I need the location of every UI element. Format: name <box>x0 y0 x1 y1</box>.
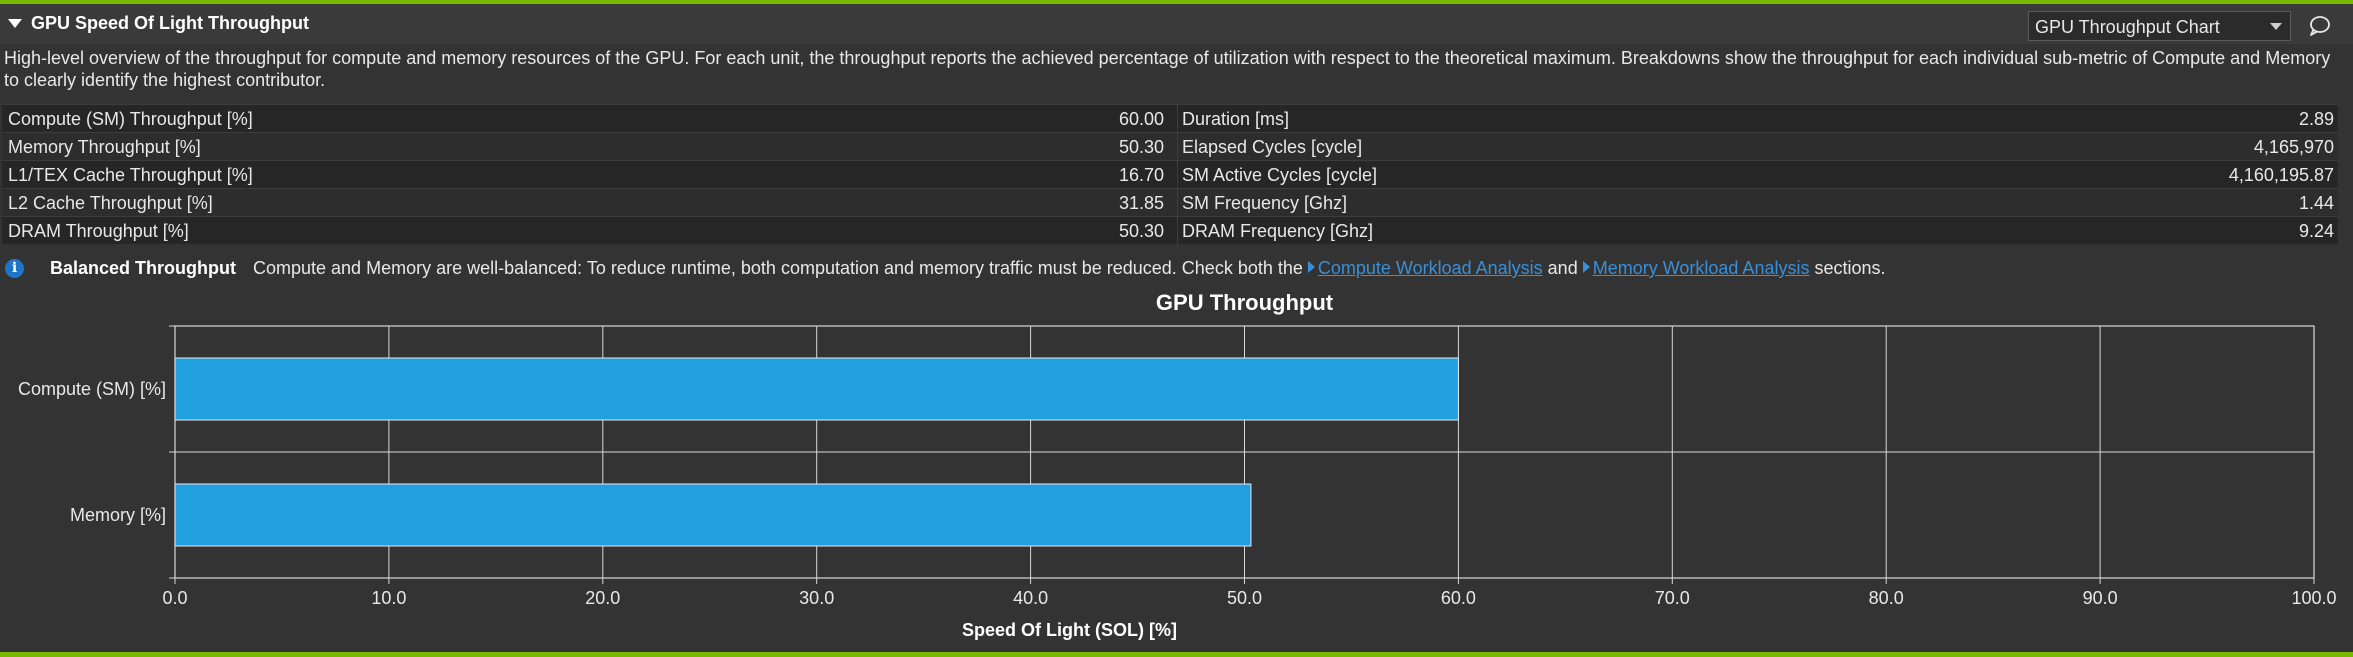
rule-name: Balanced Throughput <box>50 258 236 278</box>
table-row: DRAM Throughput [%] 50.30 DRAM Frequency… <box>2 216 2338 245</box>
column-divider <box>1177 189 1178 217</box>
x-tick-label: 100.0 <box>2291 588 2336 608</box>
x-tick-label: 10.0 <box>371 588 406 608</box>
link-arrow-icon <box>1307 261 1315 273</box>
section-title: GPU Speed Of Light Throughput <box>31 13 309 33</box>
rule-text-after: sections. <box>1809 258 1886 278</box>
y-category-label: Compute (SM) [%] <box>18 379 166 399</box>
chart-selector-dropdown[interactable]: GPU Throughput Chart <box>2028 11 2291 41</box>
table-row: L2 Cache Throughput [%] 31.85 SM Frequen… <box>2 188 2338 217</box>
x-tick-label: 90.0 <box>2083 588 2118 608</box>
collapse-triangle-icon[interactable] <box>8 19 22 28</box>
metric-label: DRAM Frequency [Ghz] <box>1182 221 1374 241</box>
bar-memory <box>174 483 1252 547</box>
metric-value: 9.24 <box>2298 221 2334 241</box>
x-tick-label: 50.0 <box>1227 588 1262 608</box>
memory-workload-link-label: Memory Workload Analysis <box>1592 258 1810 278</box>
metric-value: 31.85 <box>1118 193 1164 213</box>
x-tick-label: 30.0 <box>799 588 834 608</box>
dropdown-selected-value: GPU Throughput Chart <box>2035 17 2220 37</box>
metric-value: 50.30 <box>1118 221 1164 241</box>
metric-label: Duration [ms] <box>1182 109 1290 129</box>
section-description: High-level overview of the throughput fo… <box>4 48 2331 90</box>
metric-label: Elapsed Cycles [cycle] <box>1182 137 1363 157</box>
column-divider <box>1177 133 1178 161</box>
x-tick-label: 70.0 <box>1655 588 1690 608</box>
x-tick-label: 80.0 <box>1869 588 1904 608</box>
metric-label: SM Frequency [Ghz] <box>1182 193 1348 213</box>
x-tick-label: 0.0 <box>162 588 187 608</box>
metric-label: SM Active Cycles [cycle] <box>1182 165 1378 185</box>
metric-label: L2 Cache Throughput [%] <box>8 193 213 213</box>
compute-workload-link-label: Compute Workload Analysis <box>1317 258 1543 278</box>
table-row: L1/TEX Cache Throughput [%] 16.70 SM Act… <box>2 160 2338 189</box>
metric-value: 4,160,195.87 <box>2228 165 2334 185</box>
rule-message: Compute and Memory are well-balanced: To… <box>253 258 1886 279</box>
chart-title: GPU Throughput <box>1156 290 1334 315</box>
metrics-table: Compute (SM) Throughput [%] 60.00 Durati… <box>2 104 2338 245</box>
x-tick-label: 20.0 <box>585 588 620 608</box>
metric-label: L1/TEX Cache Throughput [%] <box>8 165 253 185</box>
metric-value: 60.00 <box>1118 109 1164 129</box>
x-tick-label: 40.0 <box>1013 588 1048 608</box>
column-divider <box>1177 217 1178 245</box>
metric-label: DRAM Throughput [%] <box>8 221 189 241</box>
table-row: Memory Throughput [%] 50.30 Elapsed Cycl… <box>2 132 2338 161</box>
comment-icon[interactable] <box>2308 15 2330 37</box>
bar-compute <box>174 357 1459 421</box>
info-icon: i <box>5 259 24 278</box>
chart-svg: GPU Throughput 0.0 10.0 20.0 30.0 40.0 50.0 60.… <box>18 290 2337 640</box>
column-divider <box>1177 105 1178 133</box>
section-header[interactable]: GPU Speed Of Light Throughput GPU Throug… <box>0 4 2353 44</box>
table-row: Compute (SM) Throughput [%] 60.00 Durati… <box>2 104 2338 133</box>
metric-label: Memory Throughput [%] <box>8 137 201 157</box>
memory-workload-link[interactable]: Memory Workload Analysis <box>1582 258 1810 278</box>
compute-workload-link[interactable]: Compute Workload Analysis <box>1307 258 1543 278</box>
rule-text-middle: and <box>1542 258 1583 278</box>
section-bottom-accent <box>0 652 2353 657</box>
metric-value: 4,165,970 <box>2253 137 2334 157</box>
gpu-throughput-chart: GPU Throughput 0.0 10.0 20.0 30.0 40.0 50.0 60.… <box>0 286 2353 652</box>
metric-value: 50.30 <box>1118 137 1164 157</box>
rule-text-before: Compute and Memory are well-balanced: To… <box>253 258 1308 278</box>
x-tick-label: 60.0 <box>1441 588 1476 608</box>
metric-value: 16.70 <box>1118 165 1164 185</box>
x-axis-label: Speed Of Light (SOL) [%] <box>962 620 1177 640</box>
y-category-label: Memory [%] <box>70 505 166 525</box>
metric-value: 1.44 <box>2298 193 2334 213</box>
metric-label: Compute (SM) Throughput [%] <box>8 109 253 129</box>
column-divider <box>1177 161 1178 189</box>
rule-result-row: i Balanced Throughput Compute and Memory… <box>0 254 2353 284</box>
metric-value: 2.89 <box>2298 109 2334 129</box>
link-arrow-icon <box>1582 261 1590 273</box>
chevron-down-icon <box>2270 23 2282 30</box>
